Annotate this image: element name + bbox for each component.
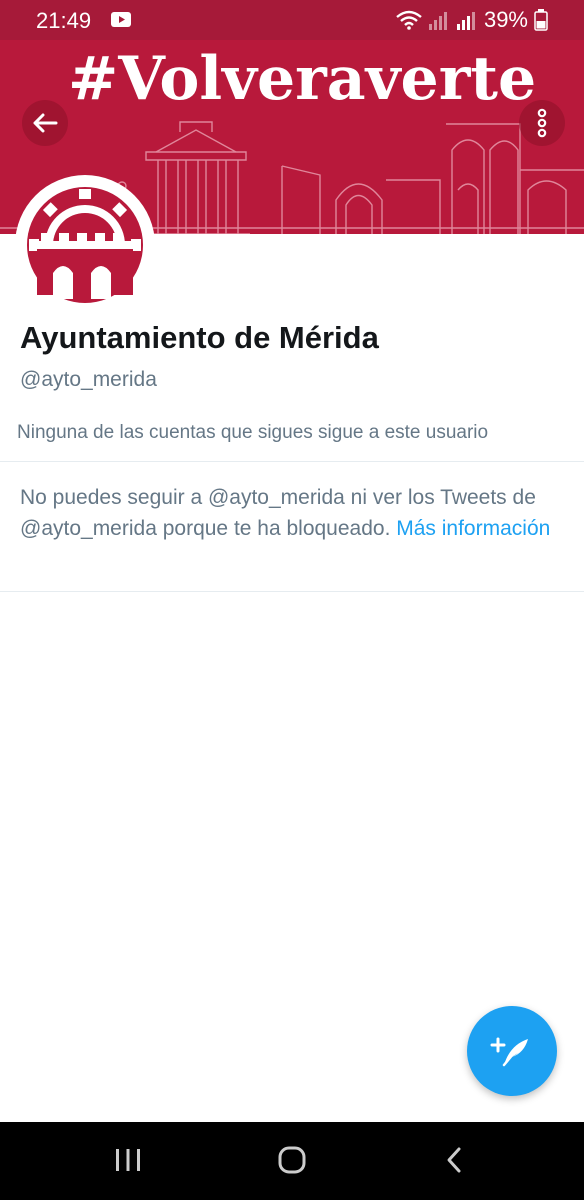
profile-avatar[interactable] bbox=[15, 175, 155, 315]
signal-icon-2 bbox=[456, 12, 475, 30]
merida-shield-logo bbox=[27, 187, 143, 303]
divider bbox=[0, 461, 584, 462]
blocked-message: No puedes seguir a @ayto_merida ni ver l… bbox=[20, 482, 560, 544]
profile-name: Ayuntamiento de Mérida bbox=[20, 320, 379, 355]
system-nav-bar bbox=[0, 1122, 584, 1200]
compose-tweet-icon bbox=[490, 1037, 528, 1067]
back-button[interactable] bbox=[22, 100, 68, 146]
home-icon bbox=[278, 1146, 306, 1174]
status-time: 21:49 bbox=[36, 8, 92, 33]
profile-handle: @ayto_merida bbox=[20, 368, 157, 391]
home-button[interactable] bbox=[262, 1140, 322, 1180]
arrow-left-icon bbox=[33, 113, 58, 133]
status-bar: 21:49 39% bbox=[0, 0, 584, 40]
battery-percent: 39% bbox=[483, 7, 528, 32]
status-indicators: 39% bbox=[396, 7, 548, 32]
battery-icon bbox=[534, 9, 548, 31]
more-info-link[interactable]: Más información bbox=[396, 517, 550, 540]
wifi-icon bbox=[396, 10, 422, 30]
more-options-button[interactable] bbox=[519, 100, 565, 146]
followers-you-know: Ninguna de las cuentas que sigues sigue … bbox=[17, 422, 489, 443]
more-vertical-icon bbox=[537, 108, 547, 138]
youtube-icon bbox=[111, 12, 131, 27]
recents-icon bbox=[116, 1149, 140, 1171]
back-icon bbox=[447, 1147, 461, 1173]
banner-hashtag: #Volveraverte bbox=[68, 44, 537, 114]
back-nav-button[interactable] bbox=[424, 1140, 484, 1180]
divider bbox=[0, 591, 584, 592]
signal-icon bbox=[428, 12, 447, 30]
compose-tweet-button[interactable] bbox=[467, 1006, 557, 1096]
recents-button[interactable] bbox=[98, 1140, 158, 1180]
